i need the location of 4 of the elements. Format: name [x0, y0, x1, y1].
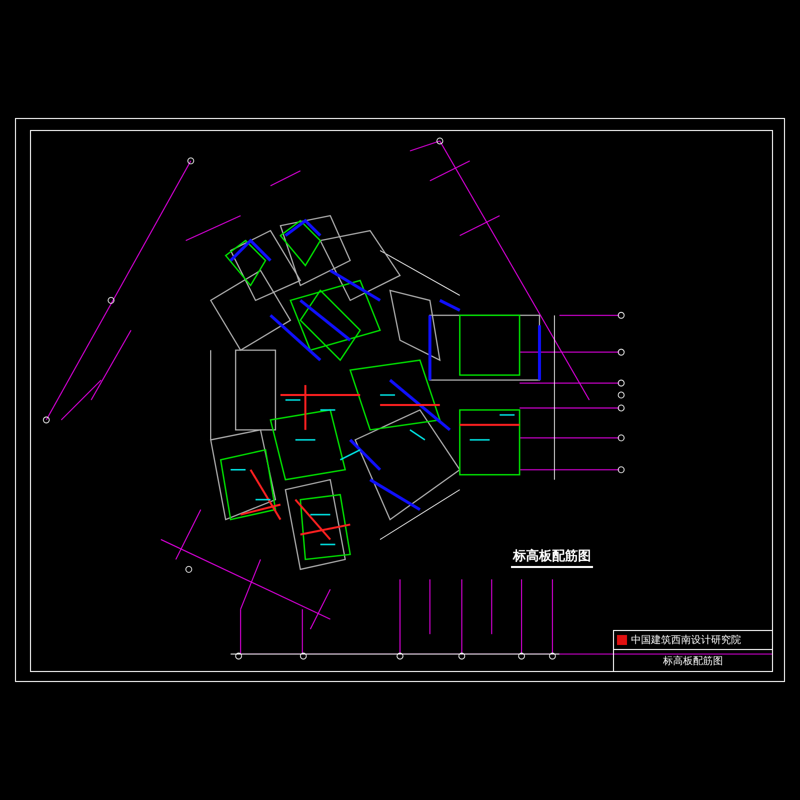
sheet-title: 标高板配筋图	[662, 654, 724, 668]
logo-icon	[617, 635, 627, 645]
drawing-title: 标高板配筋图	[511, 547, 593, 568]
company-name: 中国建筑西南设计研究院	[631, 634, 741, 647]
